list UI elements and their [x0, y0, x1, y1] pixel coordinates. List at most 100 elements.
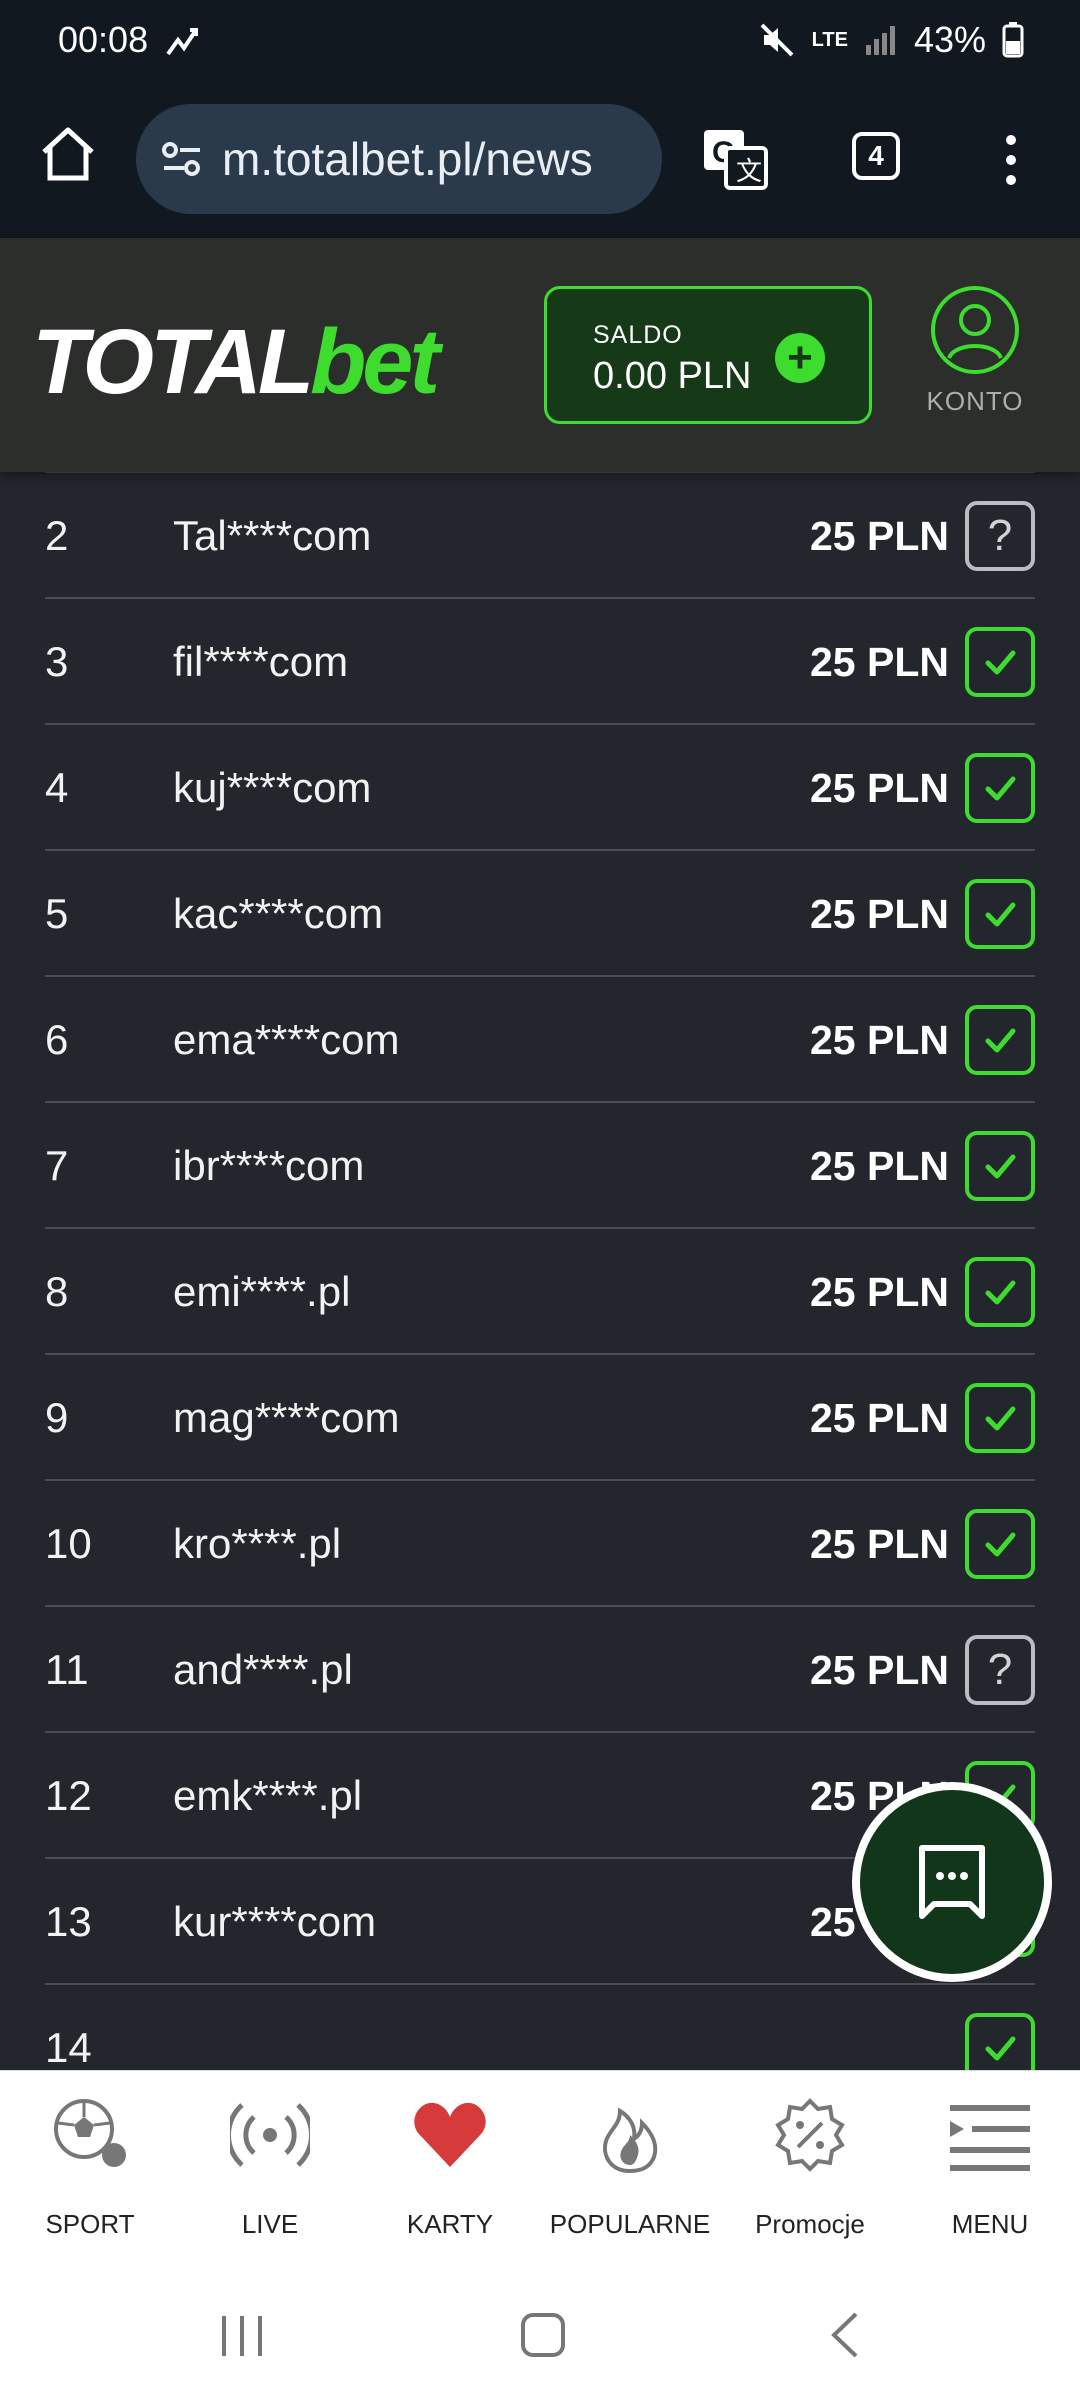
- rank-number: 2: [45, 512, 69, 559]
- url-text: m.totalbet.pl/news: [222, 133, 593, 185]
- chat-button[interactable]: [852, 1782, 1052, 1982]
- winner-row: 7 ibr****com 25 PLN: [45, 1103, 1035, 1229]
- check-icon[interactable]: [965, 1131, 1035, 1201]
- check-icon[interactable]: [965, 1005, 1035, 1075]
- bottom-navigation: SPORT LIVE KARTY POPULARNE Promocje MENU: [0, 2070, 1080, 2271]
- home-nav-icon[interactable]: [520, 2312, 566, 2358]
- prize-amount: 25 PLN: [810, 1269, 949, 1315]
- prize-amount: 25 PLN: [810, 639, 949, 685]
- winner-row: 9 mag****com 25 PLN: [45, 1355, 1035, 1481]
- account-button[interactable]: KONTO: [920, 284, 1030, 424]
- winner-row: 6 ema****com 25 PLN: [45, 977, 1035, 1103]
- nav-promocje[interactable]: Promocje: [720, 2071, 900, 2271]
- prize-amount: 25 PLN: [810, 891, 949, 937]
- winner-row: 10 kro****.pl 25 PLN: [45, 1481, 1035, 1607]
- translate-icon: G 文: [704, 130, 768, 190]
- user-icon: [931, 286, 1019, 374]
- nav-menu[interactable]: MENU: [900, 2071, 1080, 2271]
- site-settings-icon[interactable]: [160, 139, 204, 179]
- check-icon[interactable]: [965, 1509, 1035, 1579]
- winner-email: emk****.pl: [173, 1772, 363, 1819]
- network-type: LTE: [811, 29, 848, 51]
- clock: 00:08: [58, 19, 149, 60]
- translate-button[interactable]: G 文: [702, 128, 768, 190]
- fire-icon: [603, 2107, 658, 2174]
- svg-text:文: 文: [736, 156, 762, 186]
- battery-icon: [1002, 22, 1024, 58]
- more-vertical-icon: [1006, 135, 1016, 185]
- address-bar[interactable]: m.totalbet.pl/news: [136, 104, 662, 214]
- check-icon[interactable]: [965, 1257, 1035, 1327]
- winner-email: mag****com: [173, 1394, 400, 1441]
- rank-number: 5: [45, 890, 69, 937]
- winner-email: ema****com: [173, 1016, 400, 1063]
- tab-count: 4: [868, 140, 884, 171]
- mute-icon: [760, 23, 794, 57]
- prize-amount: 25 PLN: [810, 1143, 949, 1189]
- live-icon: [230, 2103, 310, 2167]
- check-icon[interactable]: [965, 879, 1035, 949]
- winner-row: 2 Tal****com 25 PLN?: [45, 473, 1035, 599]
- home-icon: [42, 127, 94, 181]
- more-options-button[interactable]: [996, 132, 1026, 188]
- prize-amount: 25 PLN: [810, 1395, 949, 1441]
- status-bar: 00:08 LTE 43%: [0, 0, 1080, 80]
- browser-toolbar: m.totalbet.pl/news G 文 4: [0, 80, 1080, 238]
- promo-icon: [775, 2098, 845, 2172]
- winner-row: 14: [45, 1985, 1035, 2070]
- winner-email: Tal****com: [173, 512, 372, 559]
- winner-email: ibr****com: [173, 1142, 365, 1189]
- winner-email: and****.pl: [173, 1646, 353, 1693]
- winner-email: kuj****com: [173, 764, 372, 811]
- menu-icon: [950, 2105, 1030, 2171]
- account-label: KONTO: [926, 386, 1024, 416]
- rank-number: 9: [45, 1394, 69, 1441]
- check-icon[interactable]: [965, 1383, 1035, 1453]
- prize-amount: 25 PLN: [810, 513, 949, 559]
- signal-activity-icon: [166, 28, 199, 56]
- winner-email: kur****com: [173, 1898, 377, 1945]
- rank-number: 11: [45, 1646, 89, 1693]
- recent-apps-icon[interactable]: [218, 2314, 268, 2358]
- prize-amount: 25 PLN: [810, 1017, 949, 1063]
- rank-number: 12: [45, 1772, 92, 1819]
- nav-popularne[interactable]: POPULARNE: [540, 2071, 720, 2271]
- rank-number: 10: [45, 1520, 92, 1567]
- winner-email: kac****com: [173, 890, 384, 937]
- question-icon[interactable]: ?: [965, 1635, 1035, 1705]
- rank-number: 3: [45, 638, 69, 685]
- balance-label: SALDO: [593, 321, 683, 349]
- totalbet-logo[interactable]: TOTALbet: [32, 310, 440, 415]
- deposit-plus-icon[interactable]: +: [775, 333, 825, 383]
- nav-sport[interactable]: SPORT: [0, 2071, 180, 2271]
- home-button[interactable]: [36, 122, 100, 186]
- check-icon[interactable]: [965, 627, 1035, 697]
- nav-karty[interactable]: KARTY: [360, 2071, 540, 2271]
- system-navigation-bar: [0, 2270, 1080, 2400]
- nav-live[interactable]: LIVE: [180, 2071, 360, 2271]
- tab-switcher-button[interactable]: 4: [852, 132, 900, 180]
- winner-row: 8 emi****.pl 25 PLN: [45, 1229, 1035, 1355]
- heart-icon: [414, 2102, 486, 2167]
- winner-email: emi****.pl: [173, 1268, 351, 1315]
- sport-icon: [54, 2099, 126, 2167]
- prize-amount: 25 PLN: [810, 1521, 949, 1567]
- winner-row: 4 kuj****com 25 PLN: [45, 725, 1035, 851]
- site-header: TOTALbet SALDO 0.00 PLN + KONTO: [0, 238, 1080, 472]
- balance-button[interactable]: SALDO 0.00 PLN +: [544, 286, 872, 424]
- rank-number: 14: [45, 2024, 92, 2070]
- rank-number: 13: [45, 1898, 92, 1945]
- check-icon[interactable]: [965, 753, 1035, 823]
- winner-row: 5 kac****com 25 PLN: [45, 851, 1035, 977]
- prize-amount: 25 PLN: [810, 765, 949, 811]
- prize-amount: 25 PLN: [810, 1647, 949, 1693]
- cell-signal-icon: [865, 26, 895, 55]
- rank-number: 8: [45, 1268, 69, 1315]
- question-icon[interactable]: ?: [965, 501, 1035, 571]
- battery-percent: 43%: [913, 19, 986, 60]
- winner-email: fil****com: [173, 638, 349, 685]
- check-icon[interactable]: [965, 2013, 1035, 2070]
- back-icon[interactable]: [828, 2310, 862, 2360]
- balance-value: 0.00 PLN: [593, 355, 752, 397]
- rank-number: 4: [45, 764, 69, 811]
